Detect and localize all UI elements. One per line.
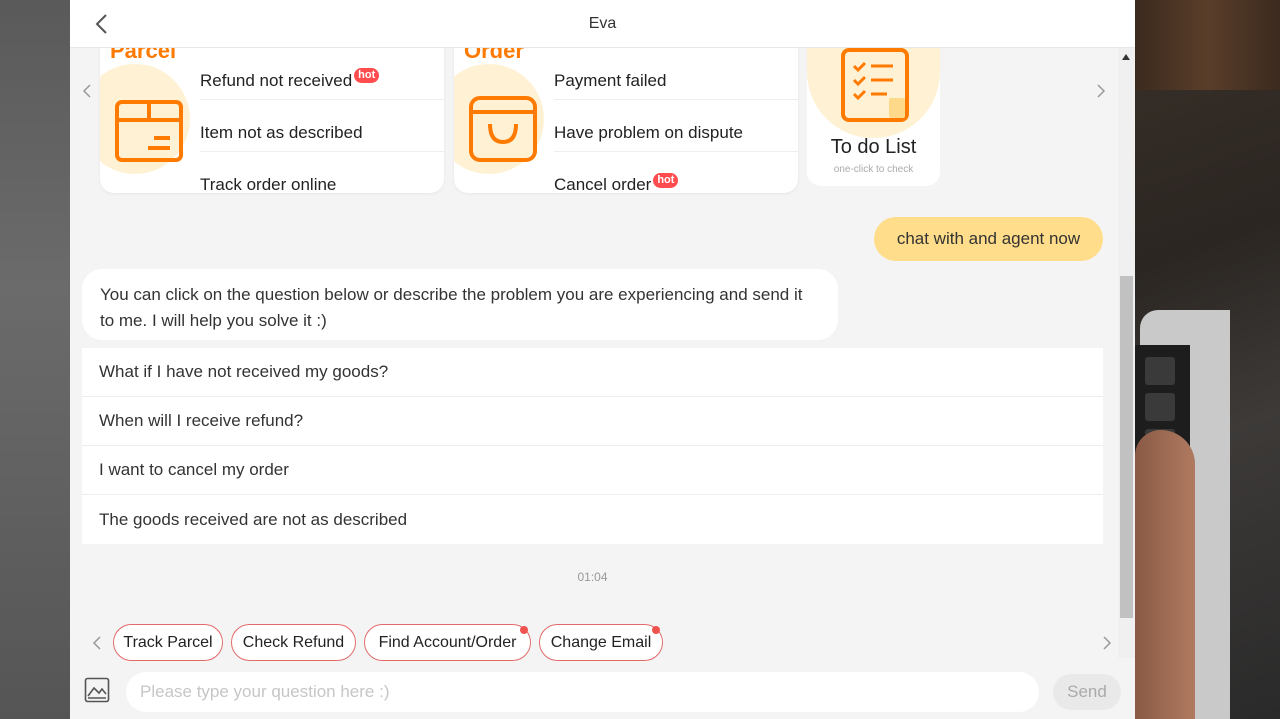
chat-window: Eva Parcel Refund not received hot Item n… [70,0,1135,719]
quick-reply-change-email[interactable]: Change Email [539,624,663,661]
todo-list-card[interactable]: To do List one-click to check [807,48,940,186]
chips-prev-icon[interactable] [90,635,106,651]
scroll-up-icon[interactable] [1122,54,1130,60]
chat-header: Eva [70,0,1135,48]
bot-message-bubble: You can click on the question below or d… [82,269,838,340]
scrollbar-thumb[interactable] [1120,276,1133,618]
message-input[interactable] [126,672,1039,712]
scrollbar[interactable] [1118,48,1135,658]
notification-dot [652,626,660,634]
chat-title: Eva [588,15,617,32]
background-right [1135,0,1280,719]
quick-reply-check-refund[interactable]: Check Refund [231,624,356,661]
background-hand [1135,430,1195,719]
background-wood [1135,0,1280,90]
todo-title: To do List [830,136,917,158]
suggested-questions-list: What if I have not received my goods? Wh… [82,348,1103,544]
suggested-question[interactable]: The goods received are not as described [82,495,1103,544]
card-item-track-order-online[interactable]: Track order online [200,152,444,193]
suggested-question[interactable]: When will I receive refund? [82,397,1103,446]
checklist-icon [841,48,909,122]
suggested-question[interactable]: I want to cancel my order [82,446,1103,495]
parcel-box-icon [115,100,183,162]
card-item-refund-not-received[interactable]: Refund not received hot [200,48,444,100]
order-card: Order Payment failed Have problem on dis… [454,48,798,193]
image-upload-icon[interactable] [84,677,110,703]
quick-reply-bar: Track Parcel Check Refund Find Account/O… [70,624,1120,662]
hot-badge: hot [653,172,679,188]
order-card-list: Payment failed Have problem on dispute C… [554,48,798,193]
carousel-next-icon[interactable] [1092,83,1108,99]
quick-reply-find-account-order[interactable]: Find Account/Order [364,624,531,661]
card-heading: Parcel [110,48,177,63]
notification-dot [520,626,528,634]
shopping-bag-icon [469,96,537,162]
quick-reply-track-parcel[interactable]: Track Parcel [113,624,223,661]
message-timestamp: 01:04 [577,570,608,584]
parcel-card: Parcel Refund not received hot Item not a… [100,48,444,193]
carousel-prev-icon[interactable] [80,83,96,99]
hot-badge: hot [354,68,380,83]
send-button[interactable]: Send [1053,674,1121,710]
chips-next-icon[interactable] [1098,635,1114,651]
user-message-bubble: chat with and agent now [874,217,1103,261]
parcel-card-list: Refund not received hot Item not as descr… [200,48,444,193]
background-left [0,0,70,719]
card-item-item-not-as-described[interactable]: Item not as described [200,100,444,152]
card-item-problem-on-dispute[interactable]: Have problem on dispute [554,100,798,152]
card-item-cancel-order[interactable]: Cancel order hot [554,152,798,193]
message-list[interactable]: Parcel Refund not received hot Item not a… [70,48,1120,658]
suggested-question[interactable]: What if I have not received my goods? [82,348,1103,397]
message-composer: Send [70,666,1135,719]
todo-subtitle: one-click to check [833,164,914,175]
card-item-payment-failed[interactable]: Payment failed [554,48,798,100]
card-heading: Order [464,48,524,63]
